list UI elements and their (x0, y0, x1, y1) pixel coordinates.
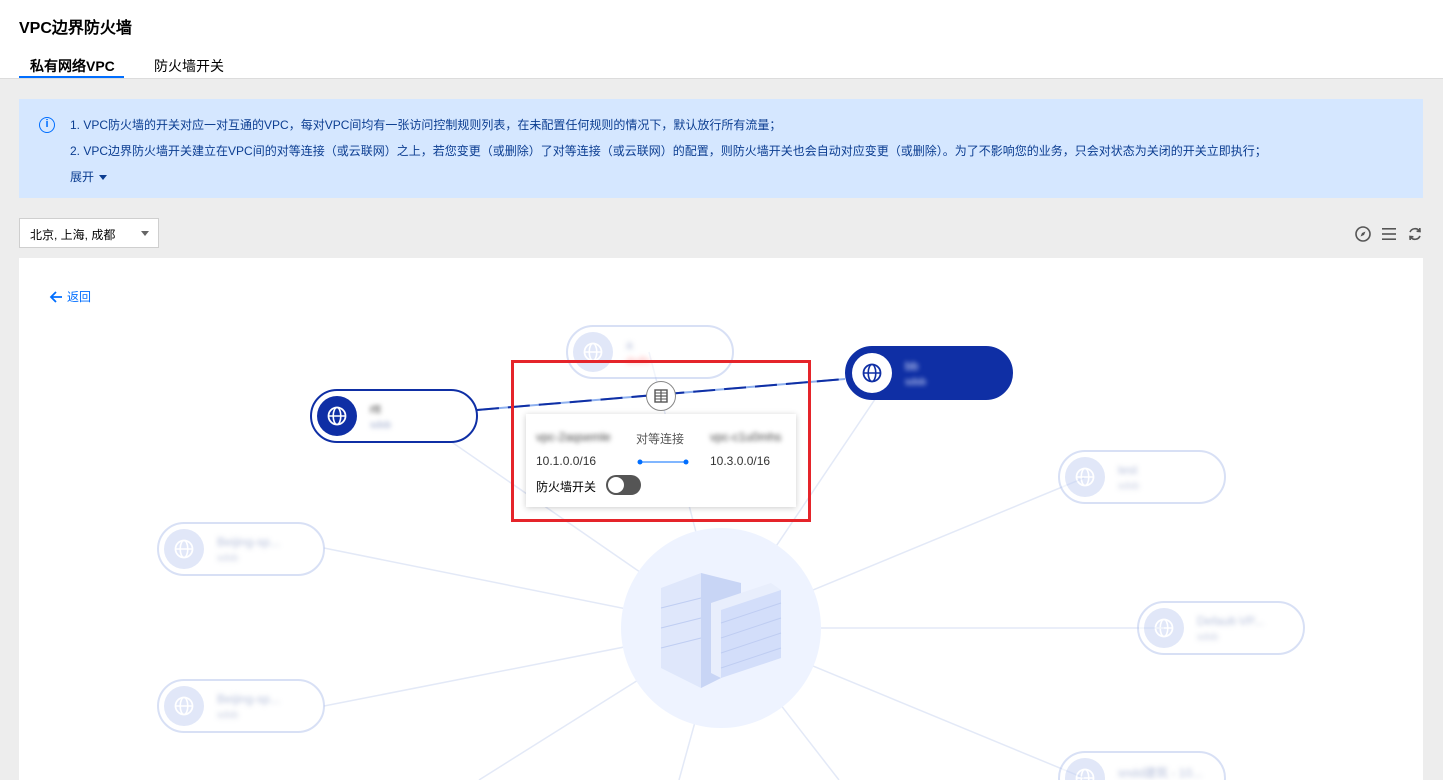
region-select[interactable]: 北京, 上海, 成都 (19, 218, 159, 248)
vpc-node-sub: dsdfs (626, 356, 650, 367)
peering-label: 对等连接 (636, 432, 685, 446)
vpc-node[interactable]: sndd建筑 - 10... sdsb (1058, 751, 1226, 780)
top-bar: VPC边界防火墙 私有网络VPC 防火墙开关 (0, 0, 1443, 79)
topology-canvas[interactable]: 返回 a dsdfs rtt sdsb bb sdsb test sdsb Be… (19, 258, 1423, 780)
peering-popover: vpc-2aqsemle 对等连接 vpc-c1u0mhs 10.1.0.0/1… (526, 414, 796, 507)
vpc-node-name: a (626, 338, 633, 352)
vpc-node-sub: sdsb (1197, 632, 1219, 643)
globe-icon (1144, 608, 1184, 648)
notice-line-1: 1. VPC防火墙的开关对应一对互通的VPC，每对VPC间均有一张访问控制规则列… (70, 118, 782, 132)
vpc-node-name: test (1118, 463, 1138, 477)
info-notice: i 1. VPC防火墙的开关对应一对互通的VPC，每对VPC间均有一张访问控制规… (19, 99, 1423, 198)
vpc-node[interactable]: Beijing-sp... sdsb (157, 522, 325, 576)
toggle-knob (608, 477, 624, 493)
vpc-node[interactable]: a dsdfs (566, 325, 734, 379)
firewall-icon (660, 573, 782, 688)
list-icon[interactable] (1380, 225, 1398, 243)
globe-icon (317, 396, 357, 436)
connection-line-icon (637, 459, 689, 465)
region-select-value: 北京, 上海, 成都 (30, 228, 116, 242)
vpc-id-left: vpc-2aqsemle (536, 430, 611, 444)
vpc-node-selected-left[interactable]: rtt sdsb (310, 389, 478, 443)
active-tab-indicator (19, 76, 124, 78)
firewall-center-illustration (621, 528, 821, 728)
globe-icon (164, 686, 204, 726)
globe-icon (164, 529, 204, 569)
globe-icon (573, 332, 613, 372)
expand-link[interactable]: 展开 (70, 168, 108, 185)
notice-line-2: 2. VPC边界防火墙开关建立在VPC间的对等连接（或云联网）之上，若您变更（或… (70, 144, 1267, 158)
vpc-node-name: Beijing-sp... (217, 692, 280, 706)
vpc-node-name: rtt (370, 402, 381, 416)
page-title: VPC边界防火墙 (19, 20, 132, 37)
globe-icon (852, 353, 892, 393)
compass-icon[interactable] (1354, 225, 1372, 243)
expand-label: 展开 (70, 170, 95, 184)
firewall-switch-label: 防火墙开关 (536, 480, 597, 494)
firewall-switch-toggle[interactable] (606, 475, 641, 495)
vpc-id-right: vpc-c1u0mhs (710, 430, 782, 444)
firewall-link-icon[interactable] (646, 381, 676, 411)
vpc-node-sub: sdsb (217, 710, 239, 721)
vpc-node[interactable]: test sdsb (1058, 450, 1226, 504)
globe-icon (1065, 457, 1105, 497)
cidr-right: 10.3.0.0/16 (710, 454, 771, 468)
refresh-icon[interactable] (1406, 225, 1424, 243)
globe-icon (1065, 758, 1105, 780)
tab-vpc[interactable]: 私有网络VPC (30, 56, 115, 76)
vpc-node-name: Default-VP... (1197, 614, 1264, 628)
cidr-left: 10.1.0.0/16 (536, 454, 597, 468)
vpc-node-sub: sdsb (905, 377, 927, 388)
vpc-node-name: bb (905, 359, 919, 373)
vpc-node-sub: sdsb (1118, 481, 1140, 492)
info-icon: i (39, 117, 55, 133)
caret-down-icon (99, 175, 108, 180)
vpc-node-name: sndd建筑 - 10... (1118, 766, 1203, 780)
vpc-node-selected-right[interactable]: bb sdsb (845, 346, 1013, 400)
vpc-node-name: Beijing-sp... (217, 535, 280, 549)
vpc-node[interactable]: Beijing-sp... sdsb (157, 679, 325, 733)
vpc-node[interactable]: Default-VP... sdsb (1137, 601, 1305, 655)
tab-firewall-switch[interactable]: 防火墙开关 (154, 56, 224, 76)
vpc-node-sub: sdsb (370, 420, 392, 431)
vpc-node-sub: sdsb (217, 553, 239, 564)
chevron-down-icon (141, 231, 149, 236)
